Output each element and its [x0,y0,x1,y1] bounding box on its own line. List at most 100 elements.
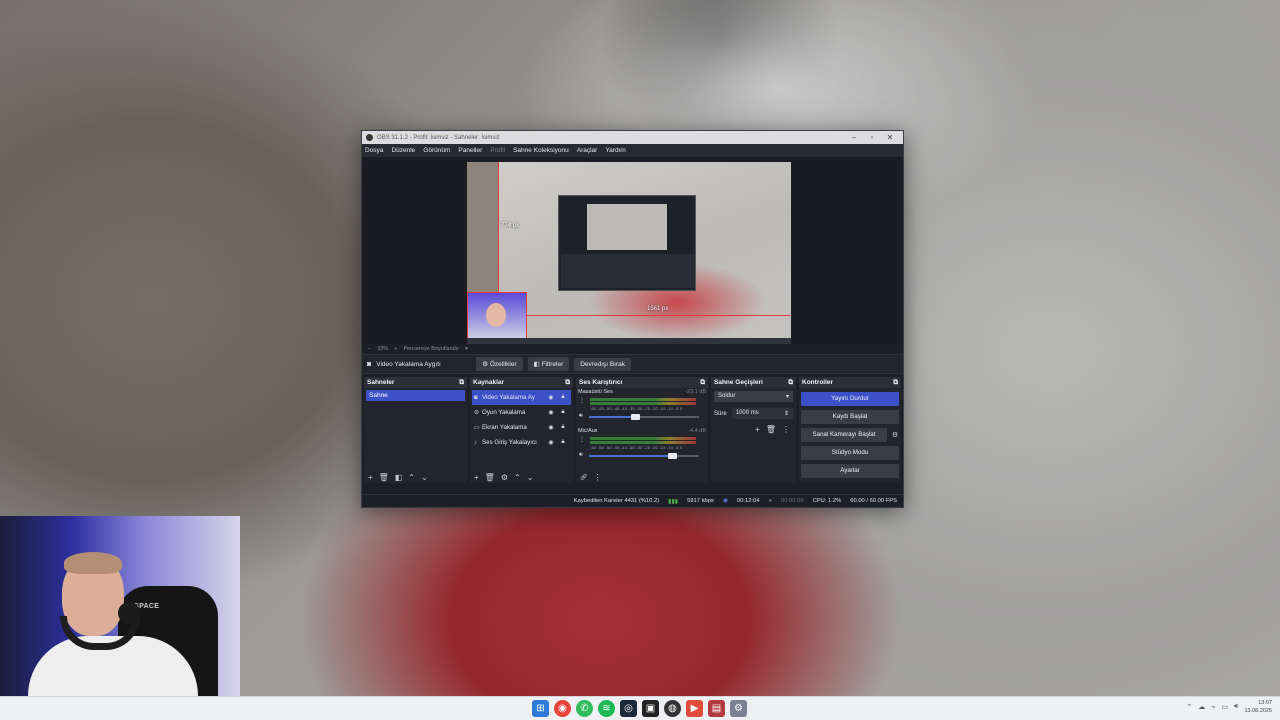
microphone-icon [118,602,140,624]
lock-icon[interactable]: 🔒︎ [557,394,569,401]
volume-slider[interactable] [589,413,699,420]
spin-arrows-icon[interactable]: ⇕ [784,410,789,417]
settings-button[interactable]: Ayarlar [801,464,899,478]
trash-icon[interactable]: 🗑 [379,473,389,482]
start-recording-button[interactable]: Kaydı Başlat [801,410,899,424]
steam-icon[interactable]: ◎ [620,700,637,717]
chevron-up-icon[interactable]: ⌃ [514,473,521,482]
visibility-eye-icon[interactable]: ◉ [545,394,557,401]
filter-icon: ◧ [533,361,542,368]
menu-scene-collection[interactable]: Sahne Koleksiyonu [513,147,569,154]
level-meter [590,402,696,405]
source-item[interactable]: ▭ Ekran Yakalama ◉ 🔒︎ [472,420,571,435]
speaker-icon[interactable]: 🔊︎ [579,452,589,459]
more-menu-icon[interactable]: ⋮ [782,425,790,434]
volume-slider-thumb[interactable] [667,452,677,459]
menu-file[interactable]: Dosya [365,147,383,154]
channel-menu-icon[interactable]: ⋮ [579,397,585,404]
minimize-button[interactable]: – [845,133,863,142]
lock-icon[interactable]: 🔒︎ [557,439,569,446]
sources-dock: Kaynaklar ⧉ ◙ Video Yakalama Ay ◉ 🔒︎ ⊜ O… [470,377,573,483]
properties-button[interactable]: ⚙ Özellikler [476,357,523,371]
usb-icon[interactable]: ⌁ [1211,703,1215,711]
virtual-camera-button[interactable]: Sanal Kamerayı Başlat [801,428,887,442]
add-icon[interactable]: + [755,425,760,434]
channel-menu-icon[interactable]: ⋮ [579,436,585,443]
fit-to-window[interactable]: Pencereye Boyutlandır [403,346,459,352]
studio-mode-button[interactable]: Stüdyo Modu [801,446,899,460]
trash-icon[interactable]: 🗑 [485,473,495,482]
visibility-eye-icon[interactable]: ◉ [545,409,557,416]
clock[interactable]: 13:07 13.08.2025 [1244,699,1272,715]
filters-button[interactable]: ◧ Filtreler [527,357,570,371]
visibility-eye-icon[interactable]: ◉ [545,439,557,446]
duration-spinbox[interactable]: 1000 ms ⇕ [731,408,793,419]
deactivate-button[interactable]: Devredışı Bırak [574,357,632,371]
duration-row: Süre 1000 ms ⇕ [714,408,793,419]
spotify-icon[interactable]: ≋ [598,700,615,717]
menu-docks[interactable]: Paneller [458,147,482,154]
scene-item[interactable]: Sahne [366,390,465,401]
menu-profile[interactable]: Profil [490,147,505,154]
dock-float-icon[interactable]: ⧉ [459,379,464,387]
stop-stream-button[interactable]: Yayını Durdur [801,392,899,406]
dock-float-icon[interactable]: ⧉ [700,379,705,387]
chrome-icon[interactable]: ◉ [554,700,571,717]
add-icon[interactable]: + [474,473,479,482]
whatsapp-icon[interactable]: ✆ [576,700,593,717]
webcam-source-thumbnail[interactable] [467,292,527,340]
settings-gear-icon[interactable]: ⚙ [730,700,747,717]
chevron-down-icon: ▾ [785,394,789,400]
source-item[interactable]: ◙ Video Yakalama Ay ◉ 🔒︎ [472,390,571,405]
scene-filter-icon[interactable]: ◧ [395,473,403,482]
zoom-in-icon[interactable]: + [394,346,397,352]
visibility-eye-icon[interactable]: ◉ [545,424,557,431]
app-icon[interactable]: ▤ [708,700,725,717]
obs-titlebar[interactable]: OBS 31.1.2 - Profil: İsimsiz - Sahneler:… [362,131,903,144]
menu-view[interactable]: Görünüm [423,147,450,154]
menu-help[interactable]: Yardım [605,147,625,154]
close-button[interactable]: ✕ [881,133,899,142]
add-icon[interactable]: + [368,473,373,482]
horizontal-guide-line [527,315,791,316]
zoom-out-icon[interactable]: − [368,346,371,352]
dock-float-icon[interactable]: ⧉ [565,379,570,387]
trash-icon[interactable]: 🗑 [766,425,776,434]
preview-canvas[interactable]: 774 px 1561 px [467,162,791,344]
dock-float-icon[interactable]: ⧉ [893,379,898,387]
obs-taskbar-icon[interactable]: ◍ [664,700,681,717]
source-item[interactable]: ⊜ Oyun Yakalama ◉ 🔒︎ [472,405,571,420]
chevron-up-icon[interactable]: ⌃ [1186,703,1192,711]
gear-icon[interactable]: ⚙ [501,473,508,482]
lock-icon[interactable]: 🔒︎ [557,409,569,416]
source-item[interactable]: ♪ Ses Giriş Yakalayıcı ◉ 🔒︎ [472,435,571,450]
maximize-button[interactable]: ▫ [863,133,881,142]
link-icon[interactable]: 🔗︎ [580,474,588,481]
chevron-down-icon[interactable]: ⌄ [527,473,534,482]
mixer-channels: Masaüstü Ses -23.1 dB ⋮ -60 -55 -50 -45 … [576,388,708,471]
speaker-icon[interactable]: 🔊︎ [579,413,589,420]
lock-icon[interactable]: 🔒︎ [557,424,569,431]
volume-slider-thumb[interactable] [631,413,641,420]
dock-float-icon[interactable]: ⧉ [788,379,793,387]
terminal-icon[interactable]: ▣ [642,700,659,717]
nested-preview-image [587,204,667,250]
stream-time: 00:12:04 [736,498,760,504]
recorder-icon[interactable]: ▶ [686,700,703,717]
chevron-up-icon[interactable]: ⌃ [408,473,415,482]
windows-start-icon[interactable]: ⊞ [532,700,549,717]
menu-tools[interactable]: Araçlar [577,147,598,154]
menu-edit[interactable]: Düzenle [391,147,415,154]
cloud-icon[interactable]: ☁ [1198,703,1205,711]
preview-area[interactable]: 774 px 1561 px [362,157,903,344]
transition-select[interactable]: Soldur ▾ [714,391,793,402]
chevron-down-icon[interactable]: ⌄ [421,473,428,482]
volume-icon[interactable]: 🔊︎ [1234,703,1238,711]
channel-name: Masaüstü Ses [578,389,613,395]
level-meter [590,437,696,440]
more-menu-icon[interactable]: ⋮ [594,473,602,482]
zoom-dropdown-icon[interactable]: ▾ [465,346,468,352]
gear-icon[interactable]: ⚙ [889,431,901,439]
network-icon[interactable]: ▭ [1221,703,1228,711]
volume-slider[interactable] [589,452,699,459]
